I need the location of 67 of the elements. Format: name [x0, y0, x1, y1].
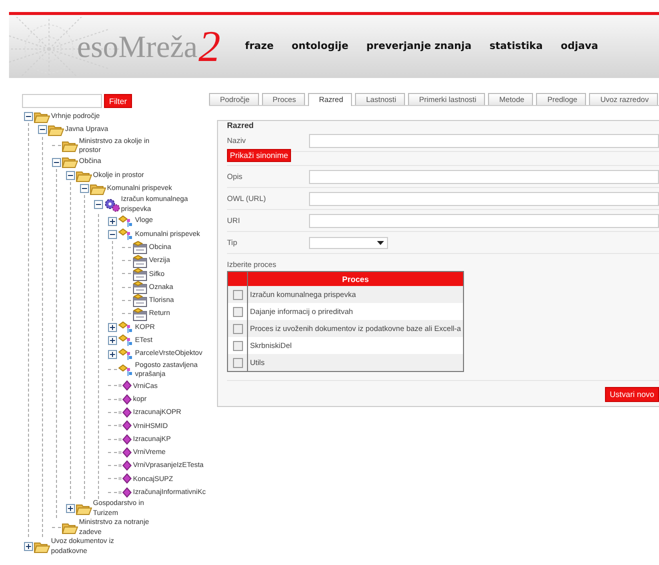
method-icon — [118, 380, 132, 392]
gears-icon — [104, 198, 120, 212]
text-field[interactable] — [309, 134, 659, 148]
collapse-toggle[interactable] — [66, 171, 75, 180]
folder-icon — [48, 124, 64, 136]
expand-toggle[interactable] — [108, 216, 117, 226]
create-button[interactable]: Ustvari novo — [605, 387, 659, 402]
method-icon — [118, 434, 132, 446]
collapse-toggle[interactable] — [94, 200, 103, 210]
text-field[interactable] — [309, 214, 659, 228]
expand-toggle[interactable] — [108, 323, 117, 332]
text-field[interactable] — [309, 192, 659, 206]
nav-link[interactable]: ontologije — [292, 41, 348, 52]
collapse-toggle[interactable] — [38, 125, 47, 134]
folder-icon — [90, 182, 106, 195]
collapse-toggle[interactable] — [24, 112, 33, 122]
collapse-toggle[interactable] — [108, 230, 117, 239]
expand-toggle[interactable] — [24, 542, 33, 552]
column-header: Proces — [248, 272, 464, 286]
nav-link[interactable]: statistika — [489, 41, 543, 52]
class-icon — [118, 214, 134, 228]
method-icon — [118, 460, 132, 472]
class-icon — [118, 334, 134, 348]
form-legend: Razred — [227, 121, 256, 130]
table-icon — [132, 281, 148, 294]
method-icon — [118, 486, 132, 499]
table-icon — [132, 294, 148, 308]
text-field[interactable] — [309, 170, 659, 184]
checkbox[interactable] — [232, 306, 242, 316]
logo-text: esoMreža — [77, 28, 198, 64]
folder-icon — [62, 140, 78, 152]
checkbox[interactable] — [232, 290, 242, 300]
table-icon — [132, 308, 148, 321]
class-icon — [118, 364, 134, 377]
folder-icon — [34, 110, 50, 123]
checkbox[interactable] — [232, 340, 242, 350]
folder-icon — [34, 540, 50, 553]
collapse-toggle[interactable] — [80, 184, 89, 194]
method-icon — [118, 406, 132, 419]
folder-icon — [76, 502, 92, 515]
synonyms-button[interactable]: Prikaži sinonime — [227, 149, 291, 162]
expand-toggle[interactable] — [66, 504, 75, 514]
table-icon — [132, 241, 148, 254]
table-icon — [132, 268, 148, 281]
checkbox[interactable] — [232, 358, 242, 368]
class-icon — [118, 228, 134, 241]
logo-mark: 2 — [198, 24, 220, 68]
folder-icon — [62, 156, 78, 168]
nav-link[interactable]: preverjanje znanja — [366, 41, 472, 52]
filter-field[interactable] — [22, 94, 102, 108]
caret-icon — [377, 240, 384, 244]
folder-icon — [62, 522, 78, 534]
checkbox[interactable] — [232, 324, 242, 334]
filter-button[interactable]: Filter — [104, 94, 132, 108]
method-icon — [118, 394, 132, 406]
method-icon — [118, 473, 132, 486]
folder-icon — [76, 170, 92, 182]
nav-link[interactable]: odjava — [560, 41, 598, 52]
expand-toggle[interactable] — [108, 336, 117, 346]
table-icon — [132, 254, 148, 268]
nav-link[interactable]: fraze — [245, 41, 274, 52]
class-icon — [118, 348, 134, 361]
expand-toggle[interactable] — [108, 350, 117, 359]
method-icon — [118, 420, 132, 432]
collapse-toggle[interactable] — [52, 158, 61, 167]
class-icon — [118, 321, 134, 334]
method-icon — [118, 446, 132, 459]
